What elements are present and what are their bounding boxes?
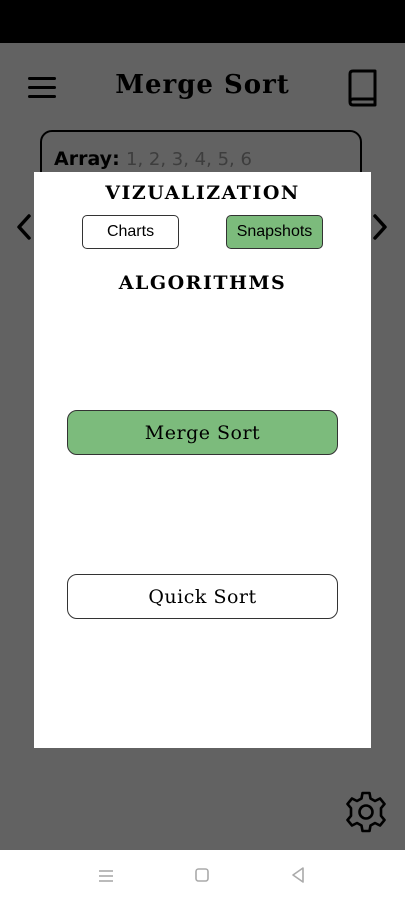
home-square-icon[interactable] bbox=[194, 867, 210, 887]
gear-icon[interactable] bbox=[344, 790, 388, 834]
snapshots-option-button[interactable]: Snapshots bbox=[226, 215, 323, 249]
array-label: Array: bbox=[54, 148, 120, 170]
book-icon[interactable] bbox=[346, 68, 378, 108]
page-title: Merge Sort bbox=[115, 70, 290, 100]
algorithms-section-title: ALGORITHMS bbox=[118, 272, 287, 294]
visualization-section-title: VIZUALIZATION bbox=[105, 182, 300, 204]
menu-icon[interactable] bbox=[97, 868, 115, 888]
chevron-left-icon[interactable] bbox=[14, 212, 36, 242]
algorithm-selection-dialog: VIZUALIZATION Charts Snapshots ALGORITHM… bbox=[34, 172, 371, 748]
chevron-right-icon[interactable] bbox=[368, 212, 390, 242]
merge-sort-button[interactable]: Merge Sort bbox=[67, 410, 338, 455]
quick-sort-button[interactable]: Quick Sort bbox=[67, 574, 338, 619]
charts-option-button[interactable]: Charts bbox=[82, 215, 179, 249]
back-triangle-icon[interactable] bbox=[290, 866, 306, 888]
status-bar bbox=[0, 0, 405, 43]
array-value: 1, 2, 3, 4, 5, 6 bbox=[126, 149, 252, 170]
